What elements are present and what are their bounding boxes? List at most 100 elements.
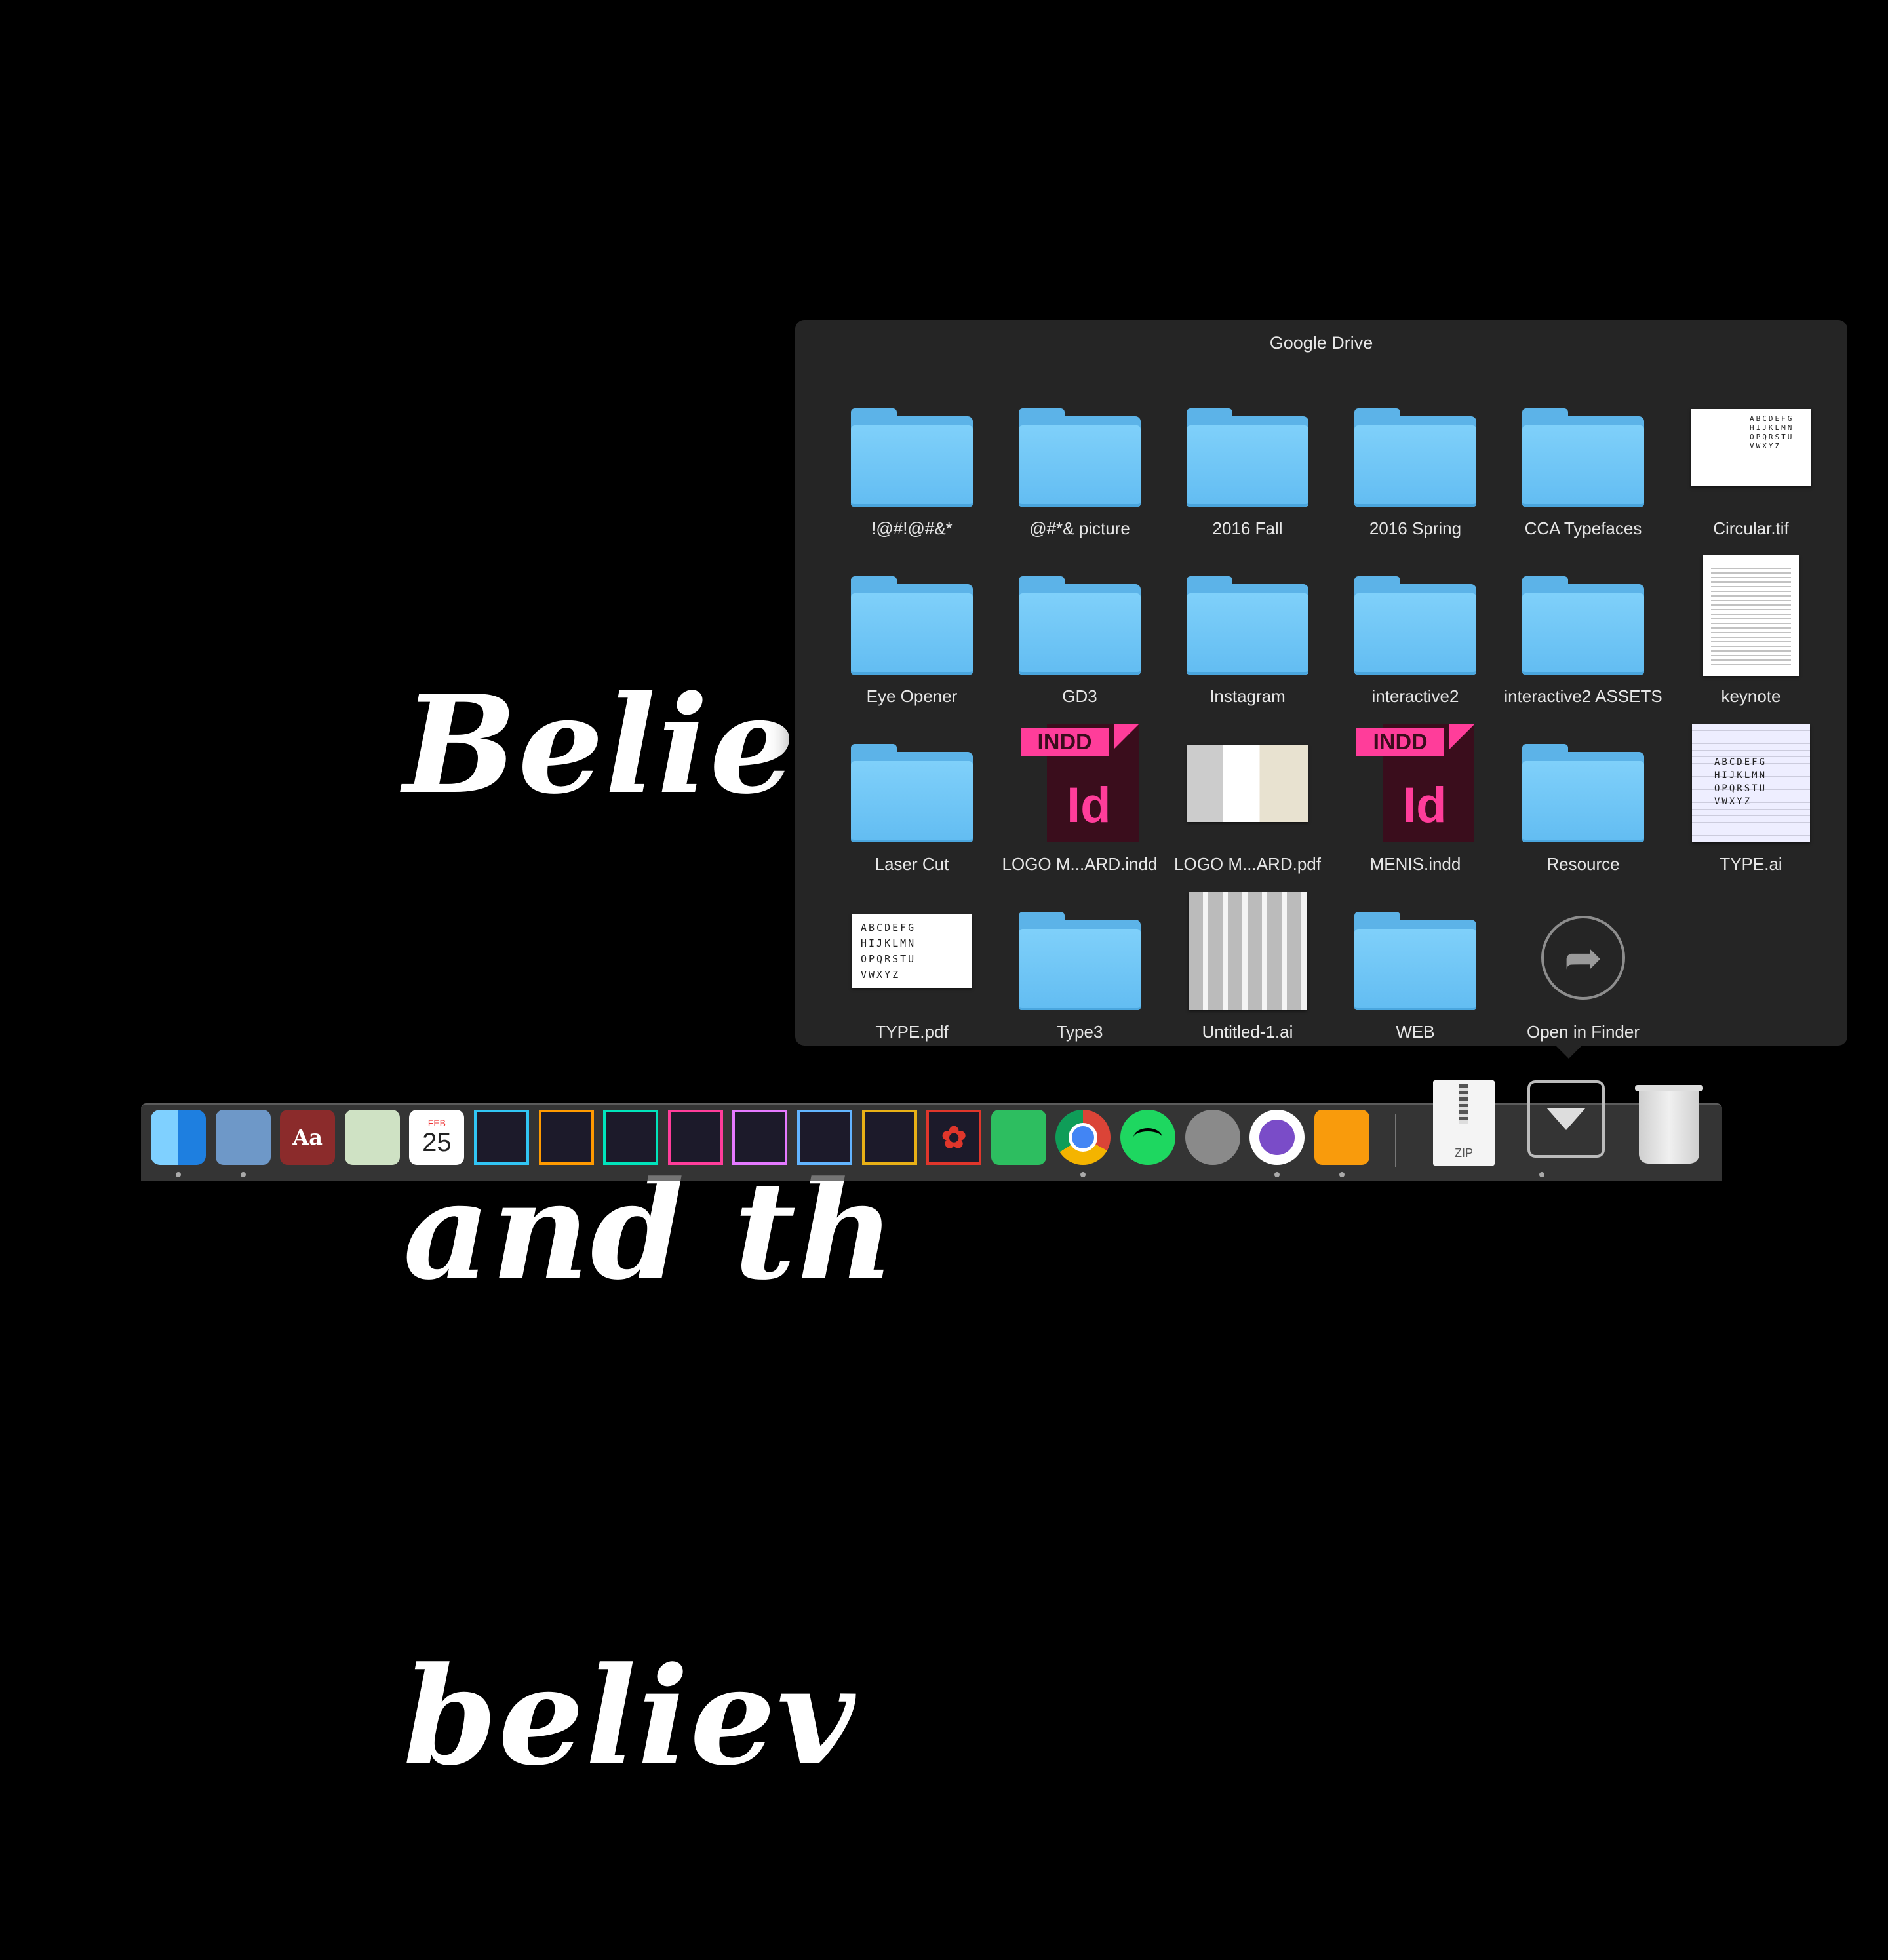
calendar-day: 25 <box>422 1127 452 1157</box>
folder-icon <box>1350 886 1481 1017</box>
calendar-icon[interactable]: FEB 25 <box>409 1110 465 1165</box>
folder-icon <box>1518 718 1649 849</box>
folder-icon <box>1518 382 1649 513</box>
stack-item-label: CCA Typefaces <box>1524 519 1642 538</box>
stack-item[interactable]: interactive2 ASSETS <box>1499 550 1667 707</box>
acrobat-icon[interactable]: ✿ <box>926 1110 982 1165</box>
illustrator-file-icon <box>1182 886 1313 1017</box>
stack-item-label: interactive2 <box>1371 686 1459 706</box>
stack-item-label: Untitled-1.ai <box>1202 1022 1293 1042</box>
stack-item[interactable]: ➦ Open in Finder <box>1499 886 1667 1043</box>
stack-item-label: TYPE.pdf <box>875 1022 949 1042</box>
stack-item[interactable]: WEB <box>1331 886 1499 1043</box>
stack-item[interactable]: Type3 <box>996 886 1164 1043</box>
stack-item[interactable]: @#*& picture <box>996 382 1164 539</box>
evernote-icon[interactable] <box>991 1110 1046 1165</box>
maps-icon[interactable] <box>344 1110 400 1165</box>
folder-icon <box>846 382 977 513</box>
finder-icon[interactable] <box>151 1110 206 1165</box>
stack-item[interactable]: 2016 Fall <box>1164 382 1331 539</box>
mail-icon[interactable] <box>215 1110 271 1165</box>
image-file-icon: ABCDEFG HIJKLMN OPQRSTU VWXYZ <box>1685 382 1817 513</box>
folder-icon <box>1518 550 1649 681</box>
wallpaper-line-3: believ <box>403 1638 857 1795</box>
trash-icon[interactable] <box>1635 1078 1703 1164</box>
stack-item[interactable]: INDD Id LOGO M...ARD.indd <box>996 718 1164 875</box>
zip-file-stack[interactable]: ZIP <box>1433 1080 1495 1166</box>
running-indicator <box>240 1172 246 1177</box>
stack-item[interactable]: ABCDEFG HIJKLMN OPQRSTU VWXYZ Circular.ti… <box>1667 382 1835 539</box>
stack-item[interactable]: Untitled-1.ai <box>1164 886 1331 1043</box>
stack-item-label: WEB <box>1396 1022 1435 1042</box>
stack-item[interactable]: Instagram <box>1164 550 1331 707</box>
folder-icon <box>1182 550 1313 681</box>
folder-icon <box>1014 382 1145 513</box>
folder-icon <box>1182 382 1313 513</box>
indesign-file-icon: INDD Id <box>1014 718 1145 849</box>
spotify-icon[interactable] <box>1120 1110 1175 1165</box>
github-desktop-icon[interactable] <box>1249 1110 1305 1165</box>
stack-item-label: LOGO M...ARD.indd <box>1002 854 1158 874</box>
illustrator-file-icon: ABCDEFG HIJKLMN OPQRSTU VWXYZ <box>1685 718 1817 849</box>
stack-item-label: GD3 <box>1062 686 1097 706</box>
stack-item-label: keynote <box>1721 686 1781 706</box>
stack-item-label: 2016 Fall <box>1212 519 1283 538</box>
stack-item[interactable]: keynote <box>1667 550 1835 707</box>
dictionary-icon[interactable]: Aa <box>280 1110 336 1165</box>
indesign-file-icon: INDD Id <box>1350 718 1481 849</box>
stack-item[interactable]: INDD Id MENIS.indd <box>1331 718 1499 875</box>
chevron-down-icon <box>1546 1108 1586 1130</box>
stack-item[interactable]: !@#!@#&* <box>828 382 996 539</box>
stack-item[interactable]: ABCDEFG HIJKLMN OPQRSTU VWXYZ TYPE.ai <box>1667 718 1835 875</box>
stack-item-label: 2016 Spring <box>1369 519 1462 538</box>
downloads-stack-button[interactable] <box>1527 1080 1605 1158</box>
stack-item-label: LOGO M...ARD.pdf <box>1174 854 1321 874</box>
pdf-file-icon: ABCDEFG HIJKLMN OPQRSTU VWXYZ <box>846 886 977 1017</box>
folder-icon <box>1350 550 1481 681</box>
open-in-finder-icon: ➦ <box>1518 886 1649 1017</box>
stack-item[interactable]: Eye Opener <box>828 550 996 707</box>
stack-item[interactable]: interactive2 <box>1331 550 1499 707</box>
stack-item-label: TYPE.ai <box>1720 854 1782 874</box>
stack-item-label: @#*& picture <box>1029 519 1130 538</box>
zip-label: ZIP <box>1454 1147 1473 1160</box>
lightroom-icon[interactable] <box>797 1110 852 1165</box>
running-indicator <box>1539 1172 1544 1177</box>
stack-item[interactable]: GD3 <box>996 550 1164 707</box>
calendar-month: FEB <box>427 1117 446 1128</box>
illustrator-icon[interactable] <box>538 1110 594 1165</box>
stack-item-label: Instagram <box>1210 686 1286 706</box>
stack-item-label: interactive2 ASSETS <box>1504 686 1662 706</box>
stack-item-label: Type3 <box>1056 1022 1103 1042</box>
stack-item[interactable]: 2016 Spring <box>1331 382 1499 539</box>
audition-icon[interactable] <box>603 1110 659 1165</box>
stack-item-label: !@#!@#&* <box>871 519 953 538</box>
stack-item[interactable]: LOGO M...ARD.pdf <box>1164 718 1331 875</box>
stack-item-label: Circular.tif <box>1713 519 1789 538</box>
dock-separator <box>1395 1114 1396 1167</box>
google-drive-stack: Google Drive !@#!@#&* @#*& picture 2016 Fa… <box>795 320 1847 1059</box>
system-preferences-icon[interactable] <box>1185 1110 1240 1165</box>
chrome-icon[interactable] <box>1055 1110 1111 1165</box>
bridge-icon[interactable] <box>861 1110 917 1165</box>
pdf-file-icon <box>1182 718 1313 849</box>
stack-item-label: Laser Cut <box>875 854 949 874</box>
zipper-icon <box>1459 1084 1468 1124</box>
stack-item-label: Eye Opener <box>866 686 958 706</box>
premiere-icon[interactable] <box>732 1110 788 1165</box>
stack-item[interactable]: Laser Cut <box>828 718 996 875</box>
stack-item-label: MENIS.indd <box>1369 854 1461 874</box>
folder-icon <box>846 718 977 849</box>
photoshop-icon[interactable] <box>474 1110 529 1165</box>
stack-title: Google Drive <box>1269 333 1373 353</box>
running-indicator <box>1339 1172 1345 1177</box>
folder-icon <box>1350 382 1481 513</box>
stack-item[interactable]: ABCDEFG HIJKLMN OPQRSTU VWXYZ TYPE.pdf <box>828 886 996 1043</box>
stack-item-label: Open in Finder <box>1527 1022 1640 1042</box>
stack-item[interactable]: Resource <box>1499 718 1667 875</box>
stack-item[interactable]: CCA Typefaces <box>1499 382 1667 539</box>
sublime-text-icon[interactable] <box>1314 1110 1369 1165</box>
running-indicator <box>176 1172 181 1177</box>
indesign-icon[interactable] <box>667 1110 723 1165</box>
folder-icon <box>1014 550 1145 681</box>
